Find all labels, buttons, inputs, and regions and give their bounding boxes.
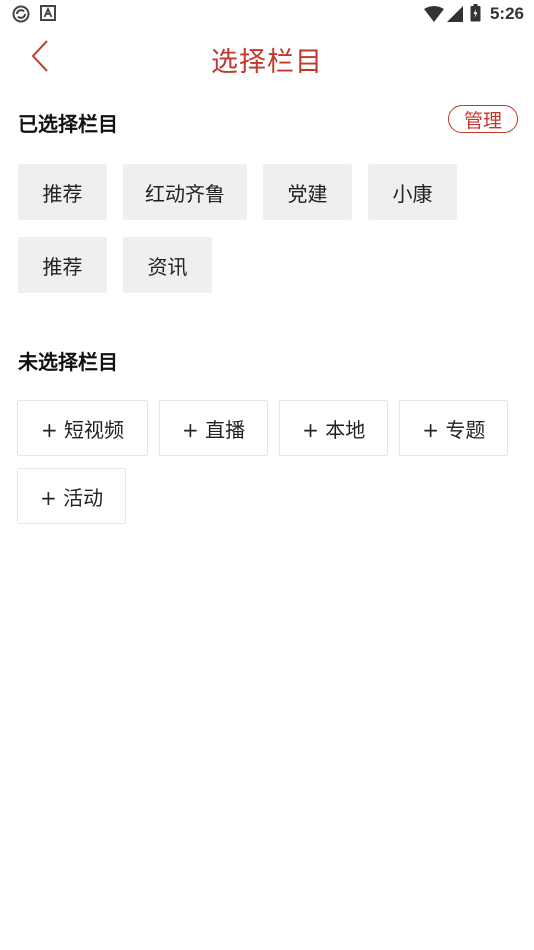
page-title: 选择栏目 xyxy=(211,47,323,78)
a-badge-icon xyxy=(40,5,56,25)
selected-chip[interactable]: 党建 xyxy=(263,164,352,220)
status-time: 5:26 xyxy=(489,4,524,23)
unselected-chip[interactable]: + 直播 xyxy=(159,400,269,456)
battery-icon xyxy=(470,4,481,26)
sync-icon xyxy=(12,5,30,27)
wifi-icon xyxy=(424,6,444,26)
unselected-chip[interactable]: + 活动 xyxy=(17,468,127,524)
selected-chip[interactable]: 小康 xyxy=(368,164,457,220)
selected-chip[interactable]: 红动齐鲁 xyxy=(123,164,247,220)
unselected-chip[interactable]: + 短视频 xyxy=(17,400,148,456)
cellular-icon xyxy=(447,6,463,26)
unselected-chip-list: + 短视频 + 直播 + 本地 + 专题 + 活动 xyxy=(17,400,517,524)
selected-chip[interactable]: 推荐 xyxy=(18,237,107,293)
status-bar: 5:26 xyxy=(0,0,534,28)
selected-chip-list: 推荐 红动齐鲁 党建 小康 推荐 资讯 xyxy=(18,164,518,293)
unselected-chip[interactable]: + 本地 xyxy=(279,400,389,456)
screen: 5:26 选择栏目 已选择栏目 管理 推荐 红动齐鲁 党建 小康 推荐 资讯 未… xyxy=(0,0,534,950)
manage-button[interactable]: 管理 xyxy=(448,105,518,133)
unselected-chip[interactable]: + 专题 xyxy=(399,400,509,456)
header: 选择栏目 xyxy=(0,28,534,88)
selected-chip[interactable]: 资讯 xyxy=(123,237,212,293)
selected-chip[interactable]: 推荐 xyxy=(18,164,107,220)
unselected-section-title: 未选择栏目 xyxy=(18,350,118,374)
selected-section-title: 已选择栏目 xyxy=(18,112,118,136)
